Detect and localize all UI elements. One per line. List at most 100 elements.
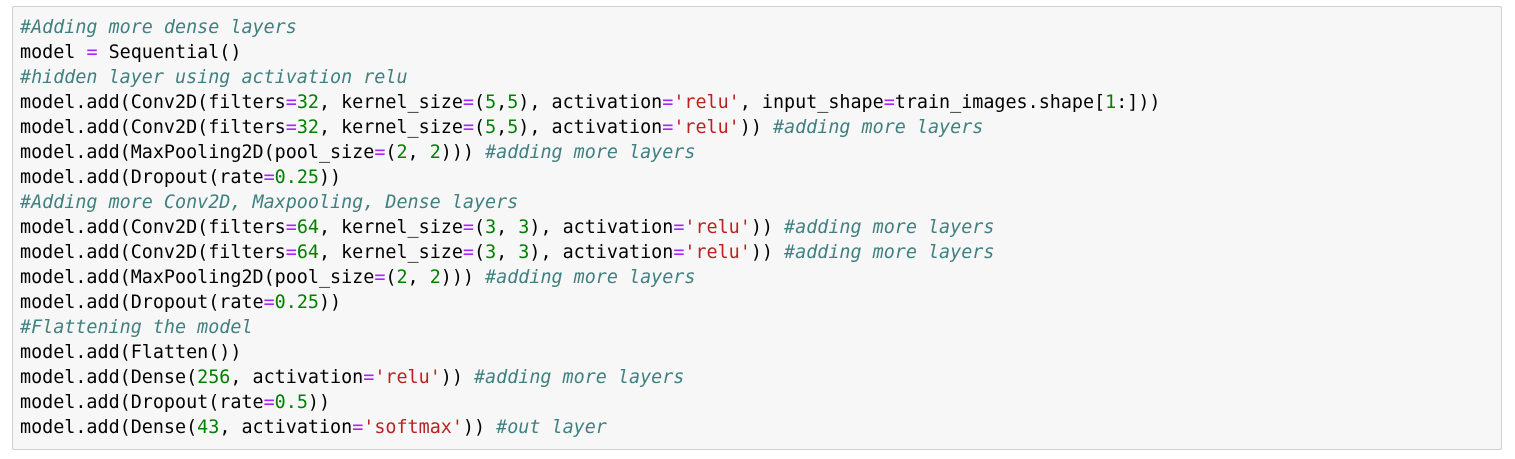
number-token: 2 bbox=[396, 142, 408, 163]
code-token: model.add(Conv2D(filters bbox=[20, 242, 286, 263]
code-token: ( bbox=[385, 142, 397, 163]
code-token: , kernel_size bbox=[318, 92, 463, 113]
code-token: )) bbox=[750, 242, 785, 263]
operator-token: = bbox=[374, 142, 386, 163]
code-token: model.add(MaxPooling2D(pool_size bbox=[20, 267, 375, 288]
operator-token: = bbox=[263, 167, 275, 188]
operator-token: = bbox=[883, 92, 895, 113]
code-line: model.add(Dense(256, activation='relu'))… bbox=[20, 365, 1161, 390]
code-token: , kernel_size bbox=[318, 117, 463, 138]
string-token: 'softmax' bbox=[363, 417, 463, 438]
code-token: model.add(Conv2D(filters bbox=[20, 217, 286, 238]
number-token: 2 bbox=[429, 267, 441, 288]
code-token: Sequential() bbox=[97, 42, 242, 63]
comment-token: #Adding more dense layers bbox=[20, 17, 297, 38]
string-token: 'relu' bbox=[673, 92, 740, 113]
number-token: 0.5 bbox=[274, 392, 308, 413]
number-token: 64 bbox=[296, 217, 319, 238]
number-token: 5 bbox=[485, 117, 497, 138]
comment-token: #adding more layers bbox=[784, 242, 995, 263]
code-token: )) bbox=[318, 292, 342, 313]
code-token: )) bbox=[750, 217, 785, 238]
code-token: model.add(MaxPooling2D(pool_size bbox=[20, 142, 375, 163]
number-token: 5 bbox=[507, 92, 519, 113]
code-token: model.add(Dropout(rate bbox=[20, 292, 264, 313]
code-line: #hidden layer using activation relu bbox=[20, 65, 1161, 90]
code-line: model = Sequential() bbox=[20, 40, 1161, 65]
operator-token: = bbox=[673, 217, 685, 238]
comment-token: #out layer bbox=[496, 417, 607, 438]
number-token: 5 bbox=[485, 92, 497, 113]
operator-token: = bbox=[662, 92, 674, 113]
code-token: , activation bbox=[230, 367, 364, 388]
string-token: 'relu' bbox=[684, 217, 751, 238]
code-token: , kernel_size bbox=[318, 217, 463, 238]
code-token: train_images.shape[ bbox=[894, 92, 1106, 113]
comment-token: #Flattening the model bbox=[20, 317, 253, 338]
number-token: 5 bbox=[507, 117, 519, 138]
code-token: ), activation bbox=[518, 117, 663, 138]
code-token: model.add(Flatten()) bbox=[20, 342, 242, 363]
code-token: )) bbox=[462, 417, 497, 438]
code-token: , bbox=[496, 117, 508, 138]
code-line: model.add(Conv2D(filters=32, kernel_size… bbox=[20, 115, 1161, 140]
operator-token: = bbox=[285, 242, 297, 263]
code-token: , bbox=[496, 217, 519, 238]
code-token: model bbox=[20, 42, 87, 63]
comment-token: #hidden layer using activation relu bbox=[20, 67, 408, 88]
code-token: , bbox=[407, 267, 430, 288]
code-token: ), activation bbox=[529, 217, 674, 238]
number-token: 0.25 bbox=[274, 292, 319, 313]
operator-token: = bbox=[462, 92, 474, 113]
code-token: ( bbox=[473, 92, 486, 113]
code-editor[interactable]: #Adding more dense layers model = Sequent… bbox=[20, 15, 1161, 440]
operator-token: = bbox=[462, 242, 474, 263]
code-line: model.add(MaxPooling2D(pool_size=(2, 2))… bbox=[20, 265, 1161, 290]
operator-token: = bbox=[462, 217, 474, 238]
string-token: 'relu' bbox=[374, 367, 441, 388]
code-token: ), activation bbox=[518, 92, 663, 113]
string-token: 'relu' bbox=[673, 117, 740, 138]
code-token: )) bbox=[739, 117, 773, 138]
number-token: 32 bbox=[296, 117, 319, 138]
operator-token: = bbox=[673, 242, 685, 263]
comment-token: #adding more layers bbox=[473, 367, 685, 388]
code-token: ), activation bbox=[529, 242, 674, 263]
operator-token: = bbox=[263, 392, 275, 413]
code-line: #Adding more Conv2D, Maxpooling, Dense l… bbox=[20, 190, 1161, 215]
code-line: model.add(Dropout(rate=0.5)) bbox=[20, 390, 1161, 415]
operator-token: = bbox=[86, 42, 98, 63]
operator-token: = bbox=[285, 117, 297, 138]
operator-token: = bbox=[352, 417, 364, 438]
code-line: model.add(Dropout(rate=0.25)) bbox=[20, 290, 1161, 315]
code-line: model.add(Flatten()) bbox=[20, 340, 1161, 365]
code-token: model.add(Dropout(rate bbox=[20, 167, 264, 188]
code-line: model.add(MaxPooling2D(pool_size=(2, 2))… bbox=[20, 140, 1161, 165]
code-line: model.add(Conv2D(filters = 64, kernel_size… bbox=[20, 215, 1161, 240]
code-token: model.add(Dense( bbox=[20, 417, 198, 438]
comment-token: #adding more layers bbox=[784, 217, 995, 238]
number-token: 32 bbox=[296, 92, 319, 113]
code-token: :])) bbox=[1116, 92, 1161, 113]
comment-token: #Adding more Conv2D, Maxpooling, Dense l… bbox=[20, 192, 519, 213]
code-token: , bbox=[496, 242, 519, 263]
code-token: ( bbox=[385, 267, 397, 288]
comment-token: #adding more layers bbox=[772, 117, 984, 138]
code-token: , kernel_size bbox=[318, 242, 463, 263]
code-line: model.add(Conv2D(filters=32, kernel_size… bbox=[20, 90, 1161, 115]
code-line: model.add(Conv2D(filters=64, kernel_size… bbox=[20, 240, 1161, 265]
code-token: model.add(Dense( bbox=[20, 367, 198, 388]
code-token: model.add(Conv2D(filters bbox=[20, 117, 286, 138]
code-token: ( bbox=[473, 217, 486, 238]
comment-token: #adding more layers bbox=[485, 267, 696, 288]
number-token: 3 bbox=[485, 217, 497, 238]
operator-token: = bbox=[263, 292, 275, 313]
operator-token: = bbox=[374, 267, 386, 288]
code-cell[interactable]: #Adding more dense layers model = Sequent… bbox=[12, 6, 1502, 450]
number-token: 64 bbox=[296, 242, 319, 263]
number-token: 1 bbox=[1105, 92, 1117, 113]
operator-token: = bbox=[363, 367, 375, 388]
code-token: ))) bbox=[440, 142, 486, 163]
code-token: , input_shape bbox=[739, 92, 884, 113]
code-token: model.add(Dropout(rate bbox=[20, 392, 264, 413]
